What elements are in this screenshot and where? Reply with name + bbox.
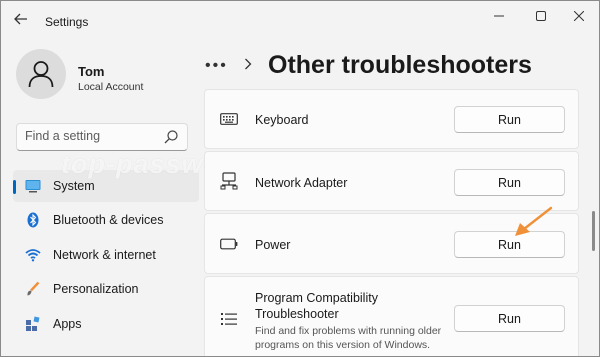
run-network-adapter-button[interactable]: Run: [454, 169, 565, 196]
troubleshooter-card-program-compatibility: Program Compatibility Troubleshooter Fin…: [204, 276, 579, 356]
wifi-icon: [25, 247, 41, 263]
apps-icon: [25, 316, 41, 332]
sidebar-item-label: Apps: [53, 317, 82, 331]
sidebar-item-bluetooth[interactable]: Bluetooth & devices: [13, 204, 199, 236]
page-title: Other troubleshooters: [268, 51, 532, 79]
chevron-right-icon: [244, 57, 252, 73]
sidebar-item-personalization[interactable]: Personalization: [13, 273, 199, 305]
window-title: Settings: [45, 15, 89, 29]
troubleshooter-title-line2: Troubleshooter: [255, 307, 339, 321]
run-keyboard-button[interactable]: Run: [454, 106, 565, 133]
sidebar-item-label: Personalization: [53, 282, 139, 296]
troubleshooter-card-keyboard: Keyboard Run: [204, 89, 579, 149]
sidebar-item-system[interactable]: System: [13, 170, 199, 202]
user-name: Tom: [78, 64, 105, 79]
back-arrow-icon[interactable]: [11, 9, 31, 29]
settings-window: Settings Tom Local Account System: [0, 0, 600, 357]
troubleshooter-title: Keyboard: [255, 113, 309, 127]
troubleshooter-card-network-adapter: Network Adapter Run: [204, 151, 579, 211]
network-adapter-icon: [220, 172, 238, 190]
breadcrumb-more-icon[interactable]: •••: [205, 57, 228, 75]
troubleshooter-title-line1: Program Compatibility: [255, 291, 378, 305]
minimize-icon[interactable]: [479, 1, 519, 31]
sidebar-item-apps[interactable]: Apps: [13, 308, 199, 340]
list-icon: [220, 310, 238, 328]
sidebar-item-network[interactable]: Network & internet: [13, 239, 199, 271]
avatar[interactable]: [16, 49, 66, 99]
sidebar-item-label: Bluetooth & devices: [53, 213, 164, 227]
maximize-icon[interactable]: [521, 1, 561, 31]
sidebar-item-label: System: [53, 179, 95, 193]
run-program-compatibility-button[interactable]: Run: [454, 305, 565, 332]
search-input[interactable]: [25, 129, 160, 143]
brush-icon: [25, 281, 41, 297]
active-indicator: [13, 180, 16, 194]
troubleshooter-title: Power: [255, 238, 291, 252]
close-icon[interactable]: [559, 1, 599, 31]
keyboard-icon: [220, 110, 238, 128]
troubleshooter-description-line2: programs on this version of Windows.: [255, 339, 431, 351]
search-box[interactable]: [16, 123, 188, 151]
sidebar-item-label: Network & internet: [53, 248, 156, 262]
battery-icon: [220, 235, 238, 253]
troubleshooter-description-line1: Find and fix problems with running older: [255, 325, 442, 337]
troubleshooter-title: Network Adapter: [255, 176, 348, 190]
pointer-arrow-icon: [515, 206, 553, 236]
account-type: Local Account: [78, 81, 144, 93]
bluetooth-icon: [25, 212, 41, 228]
system-monitor-icon: [25, 178, 41, 194]
scrollbar-thumb[interactable]: [592, 211, 595, 251]
title-bar: Settings: [1, 1, 599, 37]
search-icon[interactable]: [163, 129, 179, 145]
